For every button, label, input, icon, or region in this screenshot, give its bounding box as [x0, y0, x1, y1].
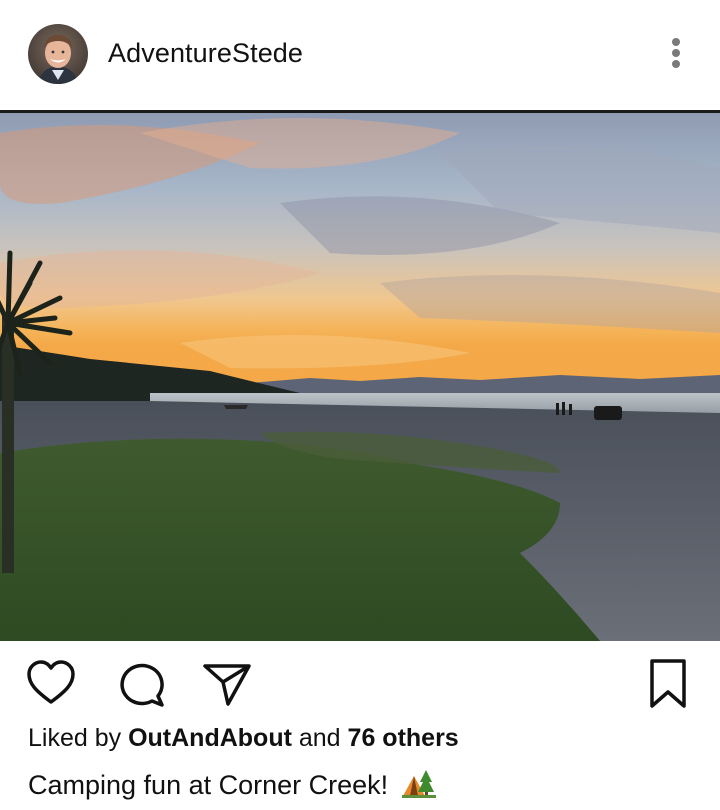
- post-actions: [0, 650, 720, 720]
- post-photo[interactable]: [0, 113, 720, 641]
- likes-joiner: and: [298, 724, 341, 752]
- comment-button[interactable]: [116, 660, 166, 713]
- save-button[interactable]: [648, 658, 688, 715]
- speech-bubble-icon: [120, 663, 164, 707]
- heart-outline-icon: [27, 660, 75, 704]
- more-options-button[interactable]: [660, 34, 692, 74]
- paper-plane-icon: [203, 664, 251, 706]
- likes-summary: Liked by OutAndAbout and 76 others: [28, 724, 459, 753]
- like-button[interactable]: [26, 660, 76, 711]
- avatar[interactable]: [28, 24, 88, 84]
- likes-others-link[interactable]: 76 others: [348, 724, 459, 752]
- vertical-ellipsis-icon: [672, 38, 680, 68]
- post-caption: Camping fun at Corner Creek!: [28, 766, 436, 805]
- liker-username[interactable]: OutAndAbout: [128, 724, 292, 752]
- bookmark-outline-icon: [650, 659, 686, 708]
- post-header: AdventureStede: [0, 0, 720, 110]
- username[interactable]: AdventureStede: [108, 38, 303, 69]
- likes-prefix: Liked by: [28, 724, 122, 752]
- camping-tent-emoji-icon: [401, 766, 436, 805]
- caption-text: Camping fun at Corner Creek!: [28, 770, 389, 800]
- share-button[interactable]: [202, 662, 252, 713]
- sunset-beach-photo: [0, 113, 720, 641]
